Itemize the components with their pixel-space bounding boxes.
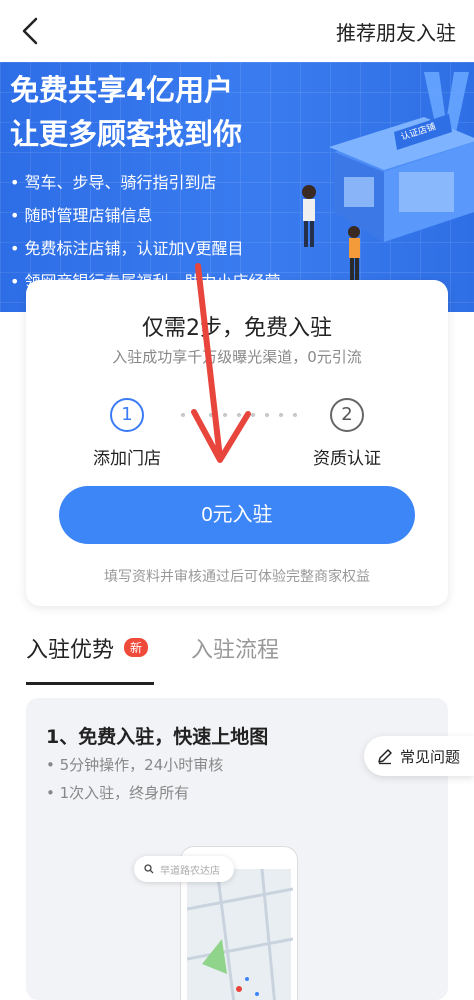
banner-title-line-1: 免费共享4亿用户	[10, 73, 234, 107]
step-connector	[176, 413, 300, 417]
map-search-bar: 早道路农达店	[134, 856, 234, 882]
card-title: 仅需2步，免费入驻	[142, 316, 332, 341]
faq-button[interactable]: 常见问题	[364, 736, 474, 776]
search-icon	[144, 864, 154, 874]
map-search-placeholder: 早道路农达店	[160, 865, 220, 877]
pencil-icon	[378, 749, 392, 765]
step-qualification: 2 资质认证	[292, 398, 402, 469]
feature-item: 随时管理店铺信息	[10, 199, 281, 232]
feature-item: 免费标注店铺，认证加V更醒目	[10, 232, 281, 265]
free-join-button[interactable]: 0元入驻	[59, 486, 415, 544]
tab-bar: 入驻优势 新 入驻流程	[26, 632, 446, 686]
new-badge: 新	[124, 638, 149, 657]
advantage-point: 1次入驻，终身所有	[46, 782, 190, 803]
tab-process[interactable]: 入驻流程	[191, 632, 279, 664]
step-number: 2	[330, 398, 364, 432]
step-number: 1	[110, 398, 144, 432]
card-note: 填写资料并审核通过后可体验完整商家权益	[104, 569, 370, 585]
advantage-title: 1、免费入驻，快速上地图	[46, 726, 269, 748]
faq-label: 常见问题	[400, 747, 461, 766]
hero-banner: 免费共享4亿用户 让更多顾客找到你 驾车、步导、骑行指引到店 随时管理店铺信息 …	[0, 62, 474, 312]
map-preview	[186, 868, 294, 1000]
chevron-left-icon	[22, 17, 38, 45]
feature-item: 驾车、步导、骑行指引到店	[10, 166, 281, 199]
step-add-store: 1 添加门店	[72, 398, 182, 469]
storefront-illustration: 认证店铺	[302, 72, 474, 282]
recommend-friend-link[interactable]: 推荐朋友入驻	[336, 17, 456, 46]
step-label: 添加门店	[93, 449, 161, 469]
map-roads-illustration	[186, 868, 294, 1000]
active-tab-indicator	[26, 682, 154, 685]
advantage-point: 5分钟操作，24小时审核	[46, 754, 224, 775]
back-button[interactable]	[20, 13, 48, 49]
banner-title-line-2: 让更多顾客找到你	[10, 117, 243, 151]
onboarding-card: 仅需2步，免费入驻 入驻成功享千万级曝光渠道，0元引流 1 添加门店 2 资质认…	[26, 280, 448, 606]
banner-title: 免费共享4亿用户 让更多顾客找到你	[10, 68, 242, 156]
feature-list: 驾车、步导、骑行指引到店 随时管理店铺信息 免费标注店铺，认证加V更醒目 领网商…	[10, 166, 281, 298]
top-nav-bar: 推荐朋友入驻	[0, 0, 474, 62]
step-label: 资质认证	[313, 449, 381, 469]
card-subtitle: 入驻成功享千万级曝光渠道，0元引流	[112, 348, 362, 366]
tab-advantages[interactable]: 入驻优势	[26, 632, 114, 664]
